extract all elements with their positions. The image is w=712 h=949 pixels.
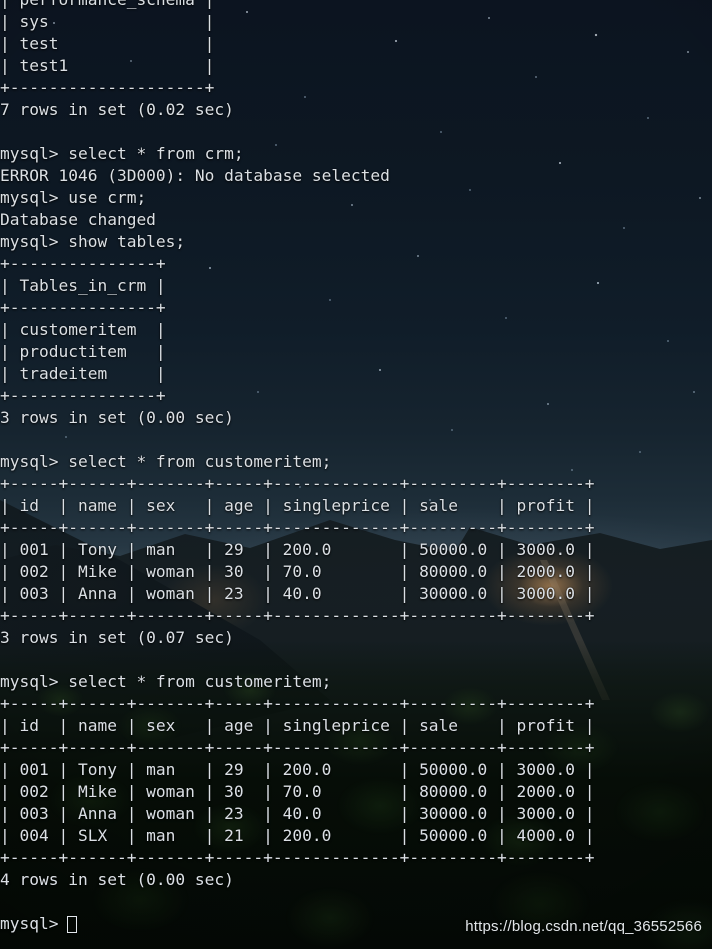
terminal-line: +--------------------+ <box>0 78 215 97</box>
terminal-line: | sys | <box>0 12 215 31</box>
terminal-line: mysql> select * from customeritem; <box>0 672 332 691</box>
terminal-line: | 003 | Anna | woman | 23 | 40.0 | 30000… <box>0 584 595 603</box>
terminal-line: +-----+------+-------+-----+------------… <box>0 474 595 493</box>
terminal-line: +-----+------+-------+-----+------------… <box>0 738 595 757</box>
terminal-line: 4 rows in set (0.00 sec) <box>0 870 234 889</box>
terminal-line: | test1 | <box>0 56 215 75</box>
terminal-line: | tradeitem | <box>0 364 166 383</box>
terminal-line: +-----+------+-------+-----+------------… <box>0 606 595 625</box>
terminal-line: +---------------+ <box>0 298 166 317</box>
terminal-line: ERROR 1046 (3D000): No database selected <box>0 166 390 185</box>
terminal-line: | 001 | Tony | man | 29 | 200.0 | 50000.… <box>0 540 595 559</box>
terminal-line: | 003 | Anna | woman | 23 | 40.0 | 30000… <box>0 804 595 823</box>
terminal-line: +-----+------+-------+-----+------------… <box>0 848 595 867</box>
terminal-line: | performance_schema | <box>0 0 214 11</box>
terminal-line: mysql> select * from crm; <box>0 144 244 163</box>
terminal-line: +-----+------+-------+-----+------------… <box>0 694 595 713</box>
terminal-line: | customeritem | <box>0 320 166 339</box>
terminal-line: mysql> use crm; <box>0 188 147 207</box>
terminal-line: +---------------+ <box>0 386 166 405</box>
terminal-line: | 001 | Tony | man | 29 | 200.0 | 50000.… <box>0 760 595 779</box>
terminal-line: | Tables_in_crm | <box>0 276 166 295</box>
terminal-line: | productitem | <box>0 342 166 361</box>
terminal-line: Database changed <box>0 210 156 229</box>
terminal-line: 3 rows in set (0.00 sec) <box>0 408 234 427</box>
terminal-line: +---------------+ <box>0 254 166 273</box>
terminal-line: +-----+------+-------+-----+------------… <box>0 518 595 537</box>
terminal-screen: | performance_schema || sys | | test | | t… <box>0 0 712 949</box>
terminal-line: | 004 | SLX | man | 21 | 200.0 | 50000.0… <box>0 826 595 845</box>
terminal-line: | 002 | Mike | woman | 30 | 70.0 | 80000… <box>0 782 595 801</box>
terminal-line: 7 rows in set (0.02 sec) <box>0 100 234 119</box>
terminal-line: mysql> <box>0 914 69 933</box>
terminal-line: | test | <box>0 34 215 53</box>
terminal-line: | 002 | Mike | woman | 30 | 70.0 | 80000… <box>0 562 595 581</box>
text-cursor <box>67 916 77 933</box>
terminal-line: | id | name | sex | age | singleprice | … <box>0 496 595 515</box>
terminal-line: mysql> show tables; <box>0 232 186 251</box>
terminal-line: 3 rows in set (0.07 sec) <box>0 628 234 647</box>
terminal-line: | id | name | sex | age | singleprice | … <box>0 716 595 735</box>
terminal-line: mysql> select * from customeritem; <box>0 452 332 471</box>
watermark-url: https://blog.csdn.net/qq_36552566 <box>465 918 702 935</box>
terminal-output[interactable]: | performance_schema || sys | | test | | t… <box>0 0 712 949</box>
